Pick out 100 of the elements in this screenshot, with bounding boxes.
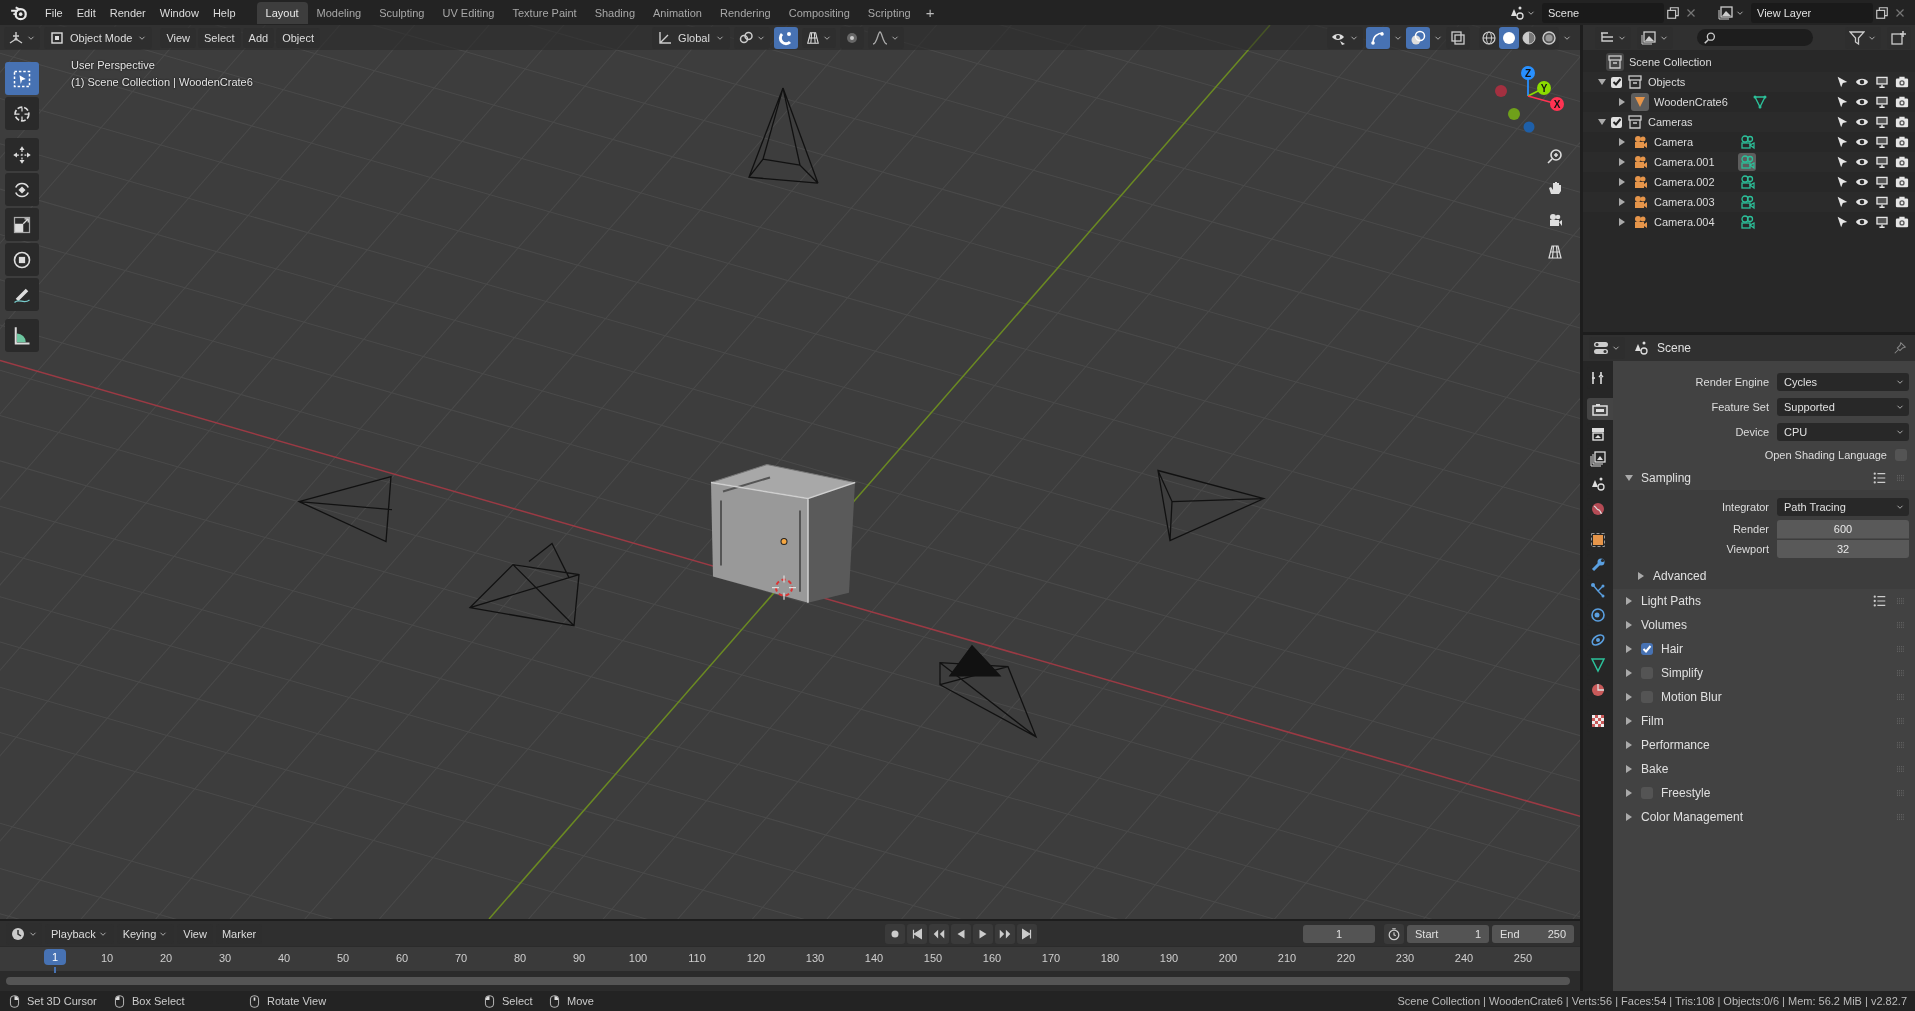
expand-arrow-icon[interactable] — [1625, 765, 1633, 773]
data-icon-badge[interactable] — [1737, 153, 1756, 171]
expand-arrow-icon[interactable] — [1618, 198, 1626, 206]
current-frame-field[interactable]: 1 — [1303, 924, 1375, 943]
axis-handle[interactable] — [1508, 108, 1520, 120]
outliner-item[interactable]: Scene Collection — [1629, 56, 1712, 68]
dropdown[interactable]: Path Tracing — [1777, 497, 1909, 516]
play-reverse-button[interactable] — [951, 923, 971, 944]
expand-arrow-icon[interactable] — [1625, 693, 1633, 701]
axis-handle[interactable] — [1523, 121, 1535, 133]
monitor-icon[interactable] — [1875, 215, 1889, 229]
pin-icon[interactable] — [1893, 341, 1907, 355]
gizmo-toggle[interactable] — [1366, 26, 1390, 49]
panel-header[interactable]: Sampling — [1621, 466, 1909, 490]
playhead[interactable]: 1 — [44, 949, 66, 965]
start-frame-field[interactable]: Start 1 — [1407, 924, 1489, 943]
expand-arrow-icon[interactable] — [1618, 98, 1626, 106]
pointer-icon[interactable] — [1835, 175, 1849, 189]
measure-tool[interactable] — [5, 319, 39, 352]
menu-item[interactable]: Render — [102, 2, 153, 23]
panel-header[interactable]: Motion Blur — [1621, 685, 1909, 709]
workspace-tab[interactable]: UV Editing — [433, 1, 504, 24]
menu-item[interactable]: Add — [242, 27, 275, 48]
expand-arrow-icon[interactable] — [1625, 645, 1633, 653]
expand-arrow-icon[interactable] — [1625, 669, 1633, 677]
transform-tool[interactable] — [5, 243, 39, 276]
visibility-button[interactable] — [1327, 26, 1363, 49]
pointer-icon[interactable] — [1835, 155, 1849, 169]
menu-item[interactable]: Edit — [69, 2, 103, 23]
camera-icon[interactable] — [1895, 115, 1909, 129]
workspace-tab[interactable]: Rendering — [710, 1, 780, 24]
orientation-dropdown[interactable]: Global — [652, 26, 730, 49]
panel-header[interactable]: Hair — [1621, 637, 1909, 661]
cursor-tool[interactable] — [5, 97, 39, 130]
camera-icon[interactable] — [1895, 195, 1909, 209]
expand-arrow-icon[interactable] — [1625, 717, 1633, 725]
workspace-tab[interactable]: Shading — [585, 1, 645, 24]
jump-end-button[interactable] — [1017, 923, 1037, 944]
pointer-icon[interactable] — [1835, 215, 1849, 229]
monitor-icon[interactable] — [1875, 155, 1889, 169]
scale-tool[interactable] — [5, 208, 39, 241]
crate-drawing[interactable] — [710, 464, 856, 604]
workspace-tab[interactable]: Texture Paint — [503, 1, 586, 24]
dropdown[interactable]: Supported — [1777, 397, 1909, 416]
camera-icon[interactable] — [1895, 135, 1909, 149]
workspace-tab[interactable]: Animation — [644, 1, 711, 24]
scrollbar[interactable] — [6, 977, 1570, 985]
axis-handle[interactable]: Z — [1521, 66, 1535, 80]
jump-start-button[interactable] — [907, 923, 927, 944]
object-icon-badge[interactable] — [1631, 93, 1649, 111]
rotate-tool[interactable] — [5, 173, 39, 206]
expand-arrow-icon[interactable] — [1625, 741, 1633, 749]
copy-icon[interactable] — [1666, 5, 1680, 20]
monitor-icon[interactable] — [1875, 115, 1889, 129]
search-field[interactable] — [1697, 29, 1813, 46]
camera-icon[interactable] — [1895, 75, 1909, 89]
annotate-tool[interactable] — [5, 278, 39, 311]
monitor-icon[interactable] — [1875, 135, 1889, 149]
frame-ruler[interactable]: 1 10 20 30 40 50 60 70 80 90 100 110 120 130 140 150 160 170 180 190 200 210 220 230 240 250 — [0, 947, 1580, 971]
properties-tab[interactable] — [1587, 398, 1613, 420]
add-workspace-button[interactable]: + — [919, 4, 941, 21]
pointer-icon[interactable] — [1835, 95, 1849, 109]
overlay-toggle[interactable] — [1406, 26, 1430, 49]
expand-arrow-icon[interactable] — [1625, 813, 1633, 821]
expand-arrow-icon[interactable] — [1618, 218, 1626, 226]
expand-arrow-icon[interactable] — [1618, 178, 1626, 186]
snap-toggle[interactable] — [773, 26, 798, 49]
checkbox[interactable] — [1611, 76, 1622, 88]
outliner-item[interactable]: WoodenCrate6 — [1654, 96, 1728, 108]
menu-item[interactable]: View — [160, 27, 197, 48]
snap-target-button[interactable] — [801, 27, 836, 48]
menu-item[interactable]: Object — [276, 27, 320, 48]
select-box-tool[interactable] — [5, 62, 39, 95]
expand-arrow-icon[interactable] — [1598, 118, 1606, 126]
panel-header[interactable]: Simplify — [1621, 661, 1909, 685]
camera-icon[interactable] — [1895, 175, 1909, 189]
end-frame-field[interactable]: End 250 — [1492, 924, 1574, 943]
expand-arrow-icon[interactable] — [1618, 138, 1626, 146]
panel-header[interactable]: Performance — [1621, 733, 1909, 757]
list-icon[interactable] — [1873, 471, 1887, 485]
workspace-tab[interactable]: Layout — [256, 1, 308, 24]
menu-item[interactable]: Help — [205, 2, 243, 23]
pointer-icon[interactable] — [1835, 115, 1849, 129]
panel-header[interactable]: Volumes — [1621, 613, 1909, 637]
3d-cursor-icon[interactable] — [771, 575, 797, 601]
dropdown[interactable]: Cycles — [1777, 372, 1909, 391]
next-keyframe-button[interactable] — [995, 923, 1015, 944]
outliner-item[interactable]: Camera.004 — [1654, 216, 1715, 228]
panel-header[interactable]: Light Paths — [1621, 589, 1909, 613]
list-icon[interactable] — [1873, 594, 1887, 608]
camera-icon[interactable] — [1895, 215, 1909, 229]
expand-arrow-icon[interactable] — [1618, 158, 1626, 166]
checkbox[interactable] — [1611, 116, 1622, 128]
previous-keyframe-button[interactable] — [929, 923, 949, 944]
camera-icon[interactable] — [1895, 155, 1909, 169]
outliner-item[interactable]: Camera.002 — [1654, 176, 1715, 188]
outliner-item[interactable]: Camera.001 — [1654, 156, 1715, 168]
stopwatch-icon[interactable] — [1387, 926, 1401, 941]
outliner-item[interactable]: Cameras — [1648, 116, 1693, 128]
axis-handle[interactable]: Y — [1537, 81, 1551, 95]
